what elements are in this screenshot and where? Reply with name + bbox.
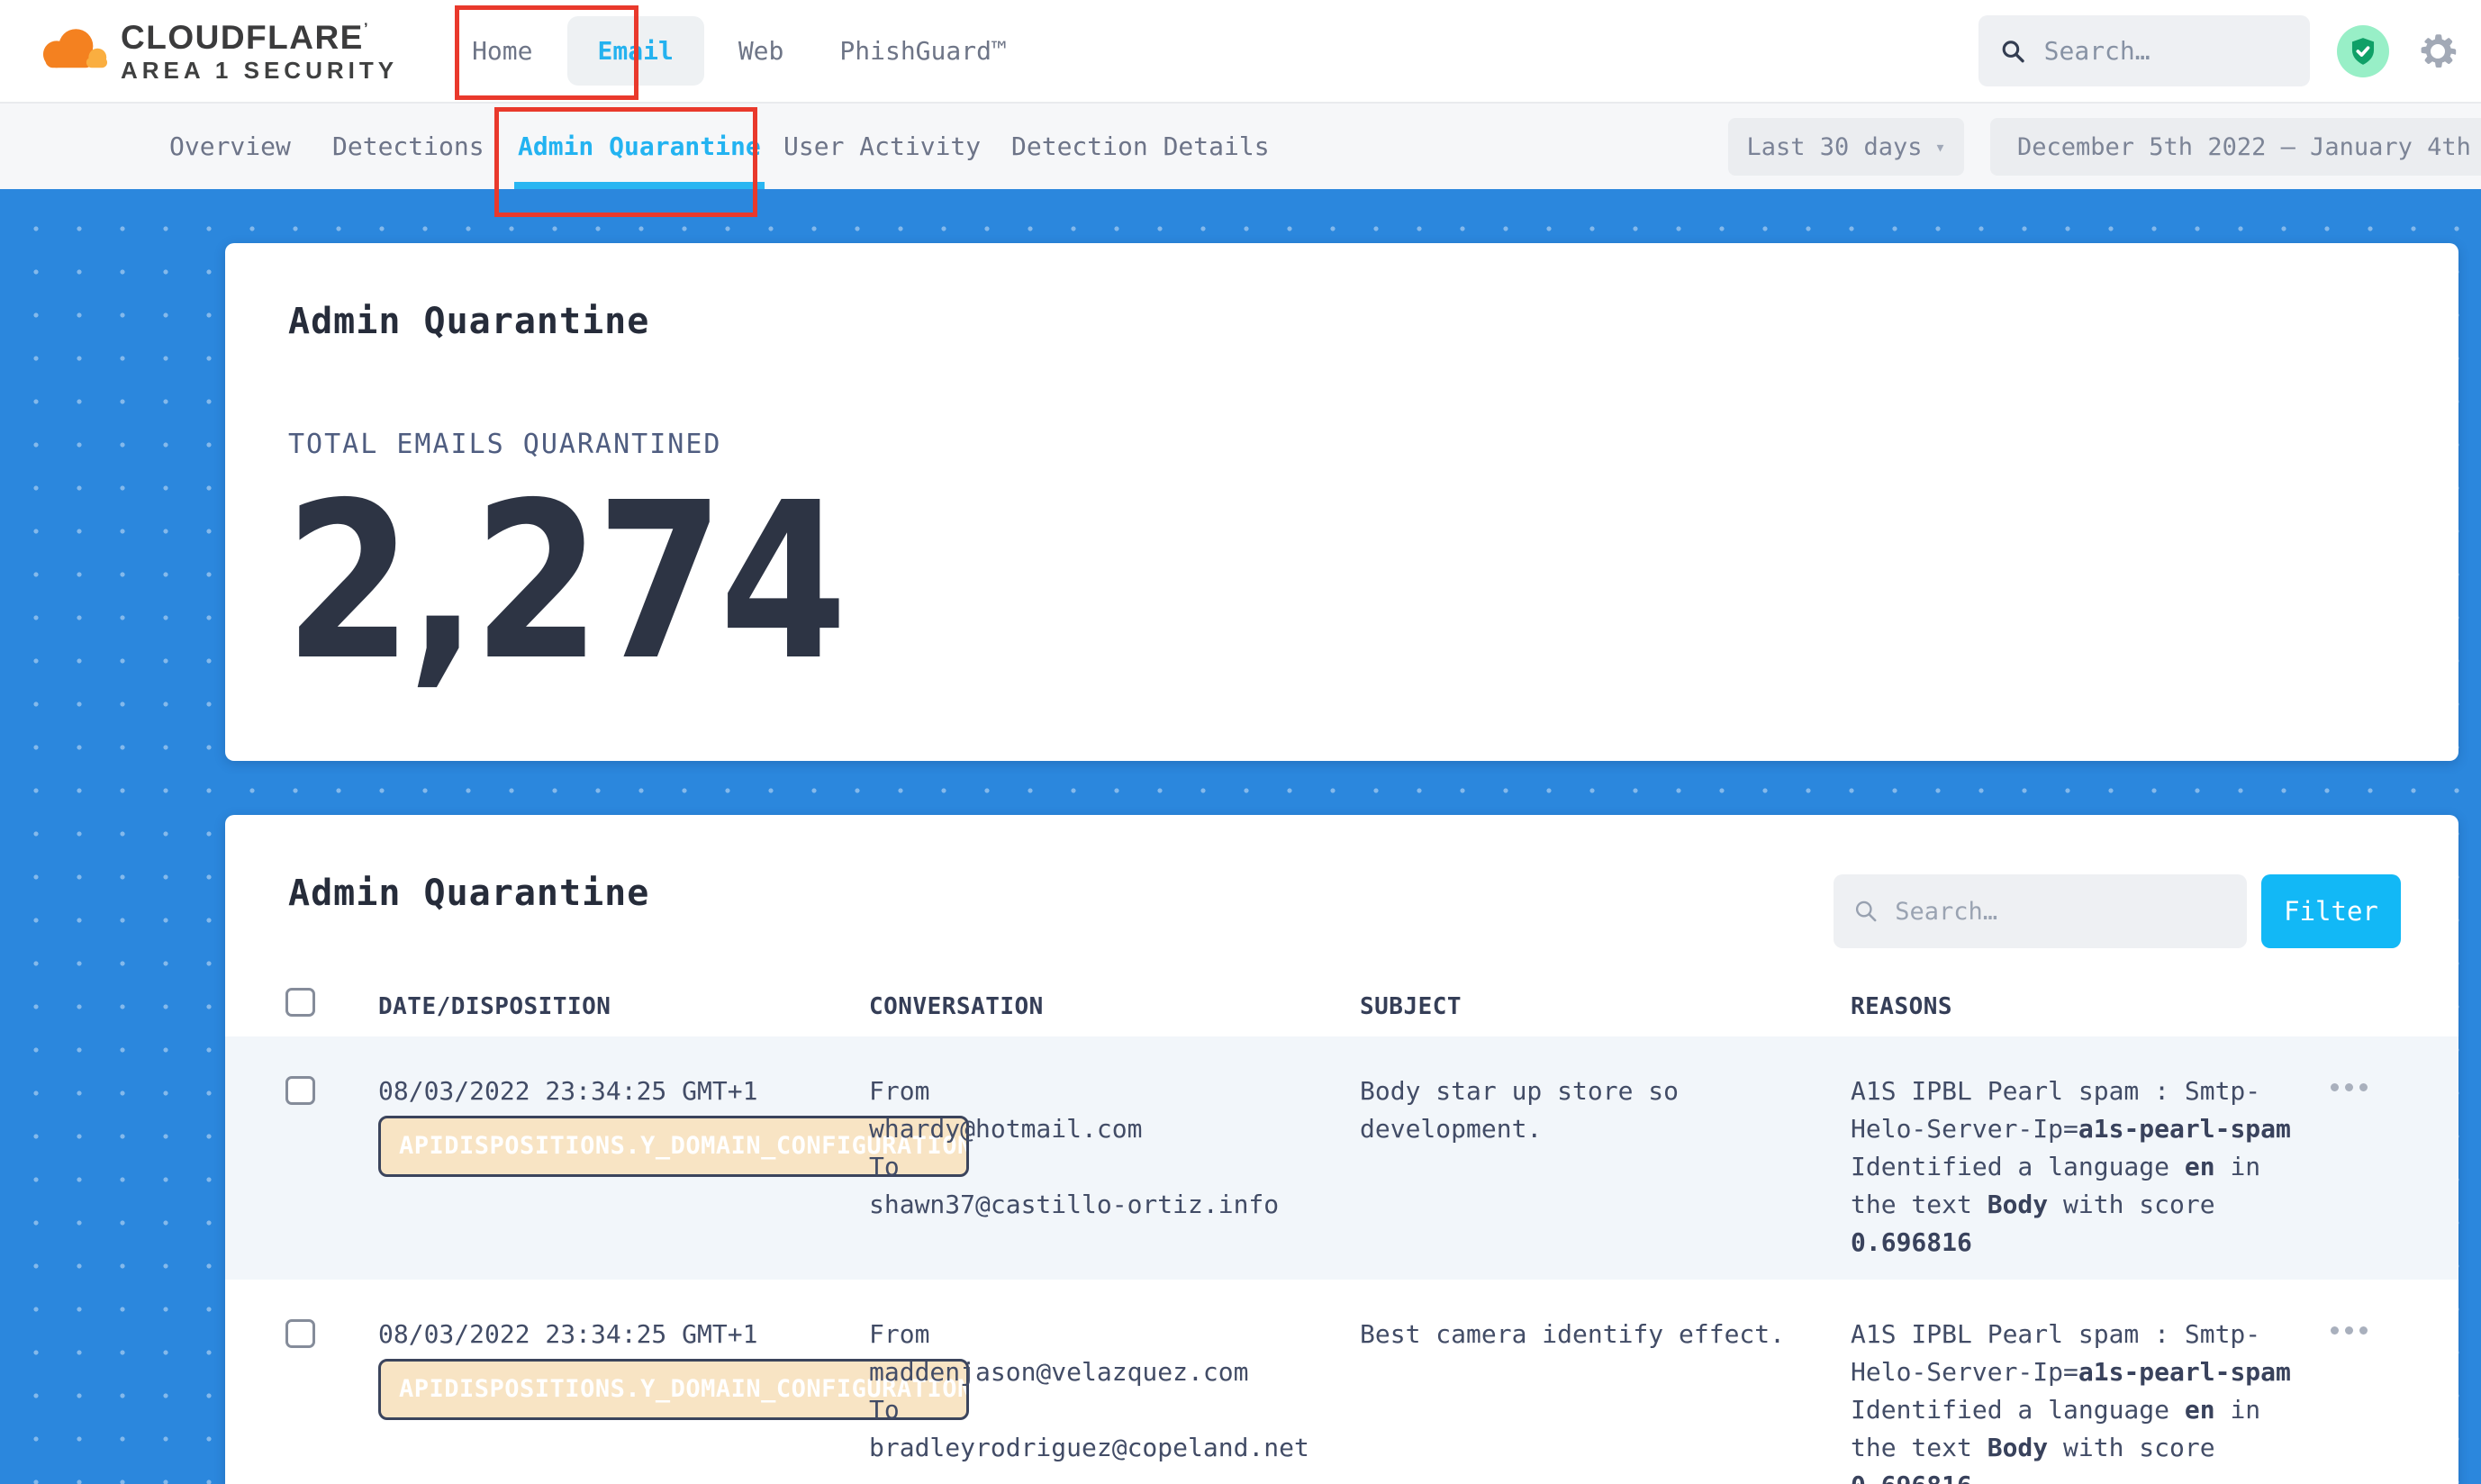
top-header: CLOUDFLARE’ AREA 1 SECURITY Home Email W… (0, 0, 2481, 104)
date-cell: 08/03/2022 23:34:25 GMT+1 (378, 1316, 869, 1353)
row-actions-button[interactable] (2331, 1083, 2368, 1091)
main-content: Admin Quarantine TOTAL EMAILS QUARANTINE… (0, 189, 2481, 1484)
tab-admin-quarantine[interactable]: Admin Quarantine (518, 104, 761, 189)
row-checkbox[interactable] (285, 1319, 315, 1348)
search-icon (2000, 36, 2026, 67)
quarantine-summary-card: Admin Quarantine TOTAL EMAILS QUARANTINE… (225, 243, 2458, 761)
total-quarantined-value: 2,274 (285, 474, 843, 690)
row-actions-button[interactable] (2331, 1326, 2368, 1335)
select-all-checkbox[interactable] (285, 988, 315, 1017)
to-email[interactable]: shawn37@castillo-ortiz.info (869, 1186, 1355, 1224)
global-search[interactable] (1978, 15, 2310, 86)
gear-icon (2416, 30, 2459, 73)
time-range-label: Last 30 days (1746, 133, 1922, 161)
search-icon (1853, 897, 1879, 926)
tab-detections[interactable]: Detections (332, 104, 484, 189)
conversation-cell: From whardy@hotmail.com To shawn37@casti… (869, 1072, 1355, 1224)
header-actions (1978, 0, 2459, 102)
date-cell: 08/03/2022 23:34:25 GMT+1 (378, 1072, 869, 1110)
nav-web[interactable]: Web (738, 36, 784, 66)
email-section-nav: Overview Detections Admin Quarantine Use… (0, 104, 2481, 189)
summary-card-title: Admin Quarantine (288, 301, 649, 342)
cloudflare-cloud-icon (34, 23, 112, 79)
from-label: From (869, 1316, 1355, 1353)
brand-tagline: AREA 1 SECURITY (121, 59, 398, 82)
reasons-cell: A1S IPBL Pearl spam : Smtp-Helo-Server-I… (1851, 1072, 2301, 1262)
from-label: From (869, 1072, 1355, 1110)
table-search[interactable] (1834, 874, 2247, 948)
reasons-cell: A1S IPBL Pearl spam : Smtp-Helo-Server-I… (1851, 1316, 2301, 1484)
page: CLOUDFLARE’ AREA 1 SECURITY Home Email W… (0, 0, 2481, 1484)
row-checkbox[interactable] (285, 1076, 315, 1105)
time-range-dropdown[interactable]: Last 30 days ▾ (1728, 118, 1964, 176)
column-header-conversation: CONVERSATION (869, 993, 1044, 1020)
global-search-input[interactable] (2042, 35, 2288, 67)
settings-button[interactable] (2416, 30, 2459, 73)
primary-nav: Home Email Web PhishGuard™ (472, 16, 1007, 86)
subject-cell: Best camera identify effect. (1360, 1316, 1815, 1353)
from-email[interactable]: whardy@hotmail.com (869, 1110, 1355, 1148)
shield-check-icon (2348, 36, 2378, 67)
table-row: 08/03/2022 23:34:25 GMT+1 APIDISPOSITION… (225, 1036, 2458, 1280)
tab-overview[interactable]: Overview (169, 104, 291, 189)
cloudflare-area1-logo[interactable]: CLOUDFLARE’ AREA 1 SECURITY (34, 21, 398, 82)
filter-button[interactable]: Filter (2261, 874, 2401, 948)
to-label: To (869, 1148, 1355, 1186)
nav-home[interactable]: Home (472, 36, 532, 66)
date-range-picker[interactable]: December 5th 2022 — January 4th 2023 (1990, 118, 2481, 176)
nav-email[interactable]: Email (567, 16, 704, 86)
table-row: 08/03/2022 23:34:25 GMT+1 APIDISPOSITION… (225, 1280, 2458, 1484)
brand-trademark: ’ (364, 20, 369, 37)
column-header-date-disposition: DATE/DISPOSITION (378, 993, 611, 1020)
column-header-subject: SUBJECT (1360, 993, 1462, 1020)
tab-detection-details[interactable]: Detection Details (1011, 104, 1270, 189)
column-header-reasons: REASONS (1851, 993, 1952, 1020)
date-range-text: December 5th 2022 — January 4th 2023 (2017, 133, 2481, 161)
chevron-down-icon: ▾ (1935, 136, 1946, 158)
to-email[interactable]: bradleyrodriguez@copeland.net (869, 1429, 1355, 1467)
table-search-input[interactable] (1893, 897, 2227, 927)
quarantine-table-card: Admin Quarantine Filter DATE/DISPOSITION… (225, 815, 2458, 1484)
conversation-cell: From maddenjason@velazquez.com To bradle… (869, 1316, 1355, 1467)
subject-cell: Body star up store so development. (1360, 1072, 1815, 1148)
table-card-title: Admin Quarantine (288, 873, 649, 914)
table-header-row: DATE/DISPOSITION CONVERSATION SUBJECT RE… (225, 977, 2458, 1036)
nav-phishguard[interactable]: PhishGuard™ (839, 36, 1006, 66)
to-label: To (869, 1391, 1355, 1429)
tab-user-activity[interactable]: User Activity (783, 104, 981, 189)
protection-status-badge[interactable] (2337, 25, 2389, 77)
brand-name: CLOUDFLARE’ (121, 21, 398, 54)
from-email[interactable]: maddenjason@velazquez.com (869, 1353, 1355, 1391)
logo-text: CLOUDFLARE’ AREA 1 SECURITY (121, 21, 398, 82)
